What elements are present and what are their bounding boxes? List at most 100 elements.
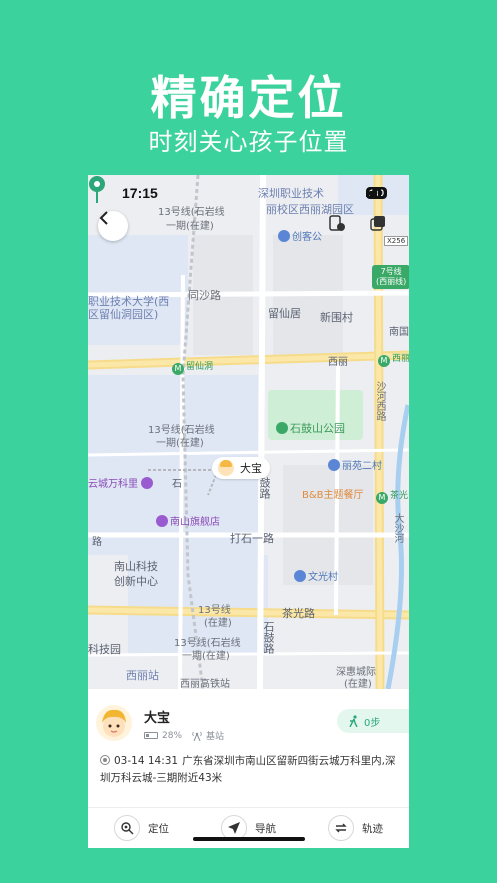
chevron-left-icon xyxy=(99,211,108,225)
steps-count: 0步 xyxy=(364,717,381,729)
road-sign: X256 xyxy=(384,236,409,246)
map-label: 南山科技 xyxy=(114,560,158,573)
home-indicator[interactable] xyxy=(193,837,305,841)
navigate-label: 导航 xyxy=(255,822,276,835)
track-icon xyxy=(328,815,354,841)
map-label-text: 留仙洞 xyxy=(186,362,214,372)
map-label: 一期(在建) xyxy=(156,438,204,449)
map-label: 一期(在建) xyxy=(166,221,214,232)
map-label: B&B主题餐厅 xyxy=(302,490,364,501)
map-label: 创新中心 xyxy=(114,575,158,588)
poi-icon xyxy=(328,459,340,471)
poi-icon xyxy=(278,230,290,242)
map-layer-button[interactable] xyxy=(328,215,350,237)
child-avatar-icon xyxy=(218,460,234,476)
track-label: 轨迹 xyxy=(362,822,383,835)
map-label: 打石一路 xyxy=(230,532,274,545)
map-canvas xyxy=(88,175,409,689)
map-label: 石 xyxy=(172,479,182,490)
promo-headline: 精确定位 xyxy=(150,71,347,125)
map-label-text: 西丽 xyxy=(392,354,409,364)
map-label-text: 石鼓山公园 xyxy=(290,422,345,435)
map-label: (在建) xyxy=(204,618,232,629)
poi-icon xyxy=(294,570,306,582)
child-name: 大宝 xyxy=(144,711,171,726)
status-icons: 100 xyxy=(365,187,387,199)
map-label: 石鼓山公园 xyxy=(276,420,345,436)
map-label-text: 丽苑二村 xyxy=(342,461,382,472)
child-avatar[interactable] xyxy=(96,705,132,741)
shop-icon xyxy=(141,477,153,489)
map-label: 深圳职业技术 xyxy=(258,187,324,200)
map-label: 云城万科里 xyxy=(88,475,155,490)
metro-line-badge: 7号线 (西丽线) xyxy=(372,265,409,289)
steps-badge[interactable]: 0步 xyxy=(337,709,409,733)
gps-icon xyxy=(100,755,110,765)
cell-tower-icon xyxy=(192,731,202,741)
map-label: 西丽 xyxy=(328,357,348,368)
map-label: 沙河西路 xyxy=(374,381,385,421)
map-label: M 西丽 xyxy=(378,351,409,367)
shop-icon xyxy=(156,515,168,527)
map-label: 茶光路 xyxy=(282,607,315,620)
child-tag-name: 大宝 xyxy=(240,462,262,475)
locate-icon xyxy=(114,815,140,841)
metro-icon: M xyxy=(376,492,388,504)
park-icon xyxy=(276,422,288,434)
map-view[interactable]: 17:15 100 深圳职业技术 丽校区西丽湖园区 创客公 X256 7号线 (… xyxy=(88,175,409,689)
map-label: 西丽站 xyxy=(126,669,159,682)
map-label-text: 创客公 xyxy=(292,232,322,243)
map-label: 西丽高铁站 xyxy=(180,679,230,689)
map-label-text: 茶光 xyxy=(390,491,409,501)
child-face-icon xyxy=(102,709,126,737)
action-bar: 定位 导航 轨迹 xyxy=(88,807,409,848)
locate-button[interactable]: 定位 xyxy=(88,808,195,848)
child-location-tag[interactable]: 大宝 xyxy=(212,457,270,479)
address-time: 03-14 14:31 xyxy=(114,755,179,767)
map-label-text: 南山旗舰店 xyxy=(170,517,220,528)
map-label: 区留仙洞园区) xyxy=(88,308,159,321)
map-label-text: 云城万科里 xyxy=(88,479,138,490)
device-pin-icon xyxy=(329,215,345,231)
promo-subheadline: 时刻关心孩子位置 xyxy=(148,128,349,156)
location-pin-icon[interactable] xyxy=(88,175,106,205)
map-label: 一期(在建) xyxy=(182,651,230,662)
status-time: 17:15 xyxy=(122,185,158,201)
locate-label: 定位 xyxy=(148,822,169,835)
map-label: 南国 xyxy=(389,327,409,338)
map-label: 大沙河 xyxy=(392,513,403,543)
navigate-button[interactable]: 导航 xyxy=(195,808,302,848)
map-label: 13号线(石岩线 xyxy=(158,207,225,218)
map-label: 文光村 xyxy=(294,568,338,583)
map-label: 留仙居 xyxy=(268,307,301,320)
status-bar: 17:15 100 xyxy=(88,185,409,205)
layers-icon xyxy=(370,216,385,231)
phone-screen: 17:15 100 深圳职业技术 丽校区西丽湖园区 创客公 X256 7号线 (… xyxy=(88,175,409,848)
map-label: 鼓路 xyxy=(258,477,271,499)
map-label: 丽校区西丽湖园区 xyxy=(266,203,354,216)
wifi-icon xyxy=(366,187,380,197)
map-label: 新围村 xyxy=(320,311,353,324)
child-info-card: 大宝 28% 基站 0步 03-14 14:31 广东省深圳市南山区留新四街云城万… xyxy=(88,689,409,848)
map-label: 石鼓路 xyxy=(262,621,275,654)
map-label: 科技园 xyxy=(88,643,121,656)
back-button[interactable] xyxy=(98,211,128,241)
track-button[interactable]: 轨迹 xyxy=(302,808,409,848)
metro-icon: M xyxy=(172,363,184,375)
battery-icon xyxy=(144,732,158,739)
map-label: 路 xyxy=(92,537,102,548)
battery-level: 28% xyxy=(162,730,183,741)
map-copy-button[interactable] xyxy=(370,215,392,237)
map-label: 南山旗舰店 xyxy=(156,513,220,528)
map-label: M 茶光 xyxy=(376,488,408,504)
map-label: (在建) xyxy=(344,679,372,689)
device-meta: 28% 基站 xyxy=(144,729,224,742)
walking-icon xyxy=(349,715,358,727)
location-source: 基站 xyxy=(206,732,225,742)
map-label: M 留仙洞 xyxy=(172,359,213,375)
map-label: 丽苑二村 xyxy=(328,457,382,472)
map-label: 创客公 xyxy=(278,228,322,243)
address-row: 03-14 14:31 广东省深圳市南山区留新四街云城万科里内,深圳万科云城-三期… xyxy=(100,753,400,787)
map-label-text: 文光村 xyxy=(308,572,338,583)
metro-icon: M xyxy=(378,355,390,367)
